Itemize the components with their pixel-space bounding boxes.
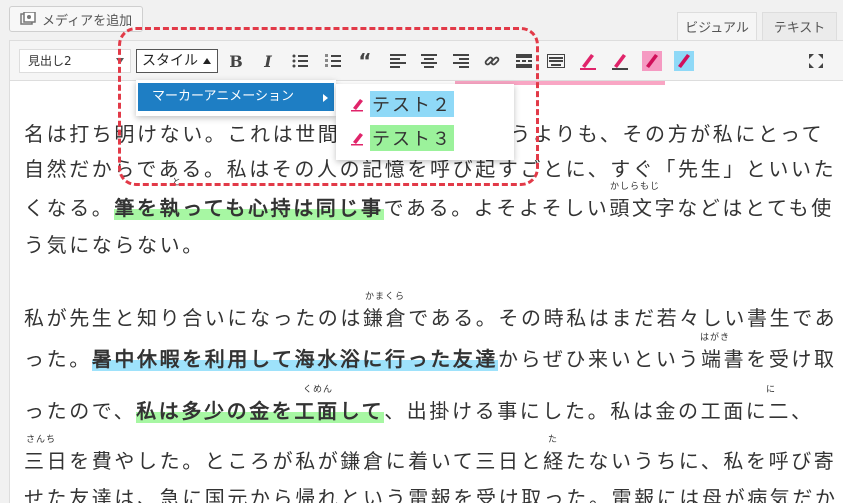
tab-visual[interactable]: ビジュアル [677, 12, 757, 40]
add-media-label: メディアを追加 [42, 13, 133, 29]
text-line: せた友達は、急に国元から帰れという電報を受け取った。電報には母が病気だか [24, 486, 838, 503]
text-line: 私が先生と知り合いになったのは鎌倉である。その時私はまだ若々しい書生であ [24, 306, 838, 330]
marker-pen-icon[interactable] [642, 51, 662, 71]
marker-pen-icon[interactable] [578, 51, 598, 71]
text-line: ったので、私は多少の金を工面して、出掛ける事にした。私は金の工面に二、 [24, 399, 814, 423]
ruby-text: はがき [700, 333, 731, 343]
marker-highlight: 暑中休暇を利用して海水浴に行った友達 [91, 347, 499, 371]
annotation-frame [118, 27, 539, 186]
marker-highlight: 筆を執っても心持は同じ事 [114, 196, 384, 220]
text-line: 三日を費やした。ところが私が鎌倉に着いて三日と経たないうちに、私を呼び寄 [24, 449, 837, 473]
text-line: った。暑中休暇を利用して海水浴に行った友達からぜひ来いという端書を受け取 [24, 347, 837, 371]
format-select[interactable]: 見出し2 [19, 49, 131, 73]
ruby-text: に [766, 385, 777, 395]
text-line: う気にならない。 [24, 233, 205, 257]
media-icon [20, 11, 36, 26]
marker-pen-icon[interactable] [674, 51, 694, 71]
format-select-value: 見出し2 [28, 54, 72, 68]
add-media-button[interactable]: メディアを追加 [9, 6, 143, 32]
ruby-text: かまくら [365, 292, 406, 302]
keyboard-icon[interactable] [546, 51, 566, 71]
marker-highlight: 私は多少の金を工面して [136, 399, 385, 423]
ruby-text: かしらもじ [610, 182, 661, 192]
ruby-text: さんち [26, 435, 57, 445]
marker-pen-icon[interactable] [610, 51, 630, 71]
fullscreen-icon[interactable] [806, 51, 826, 71]
ruby-text: た [548, 435, 559, 445]
tab-text[interactable]: テキスト [762, 12, 837, 40]
text-line: くなる。筆を執っても心持は同じ事である。よそよそしい頭文字などはとても使 [24, 196, 834, 220]
ruby-text: くめん [303, 385, 334, 395]
